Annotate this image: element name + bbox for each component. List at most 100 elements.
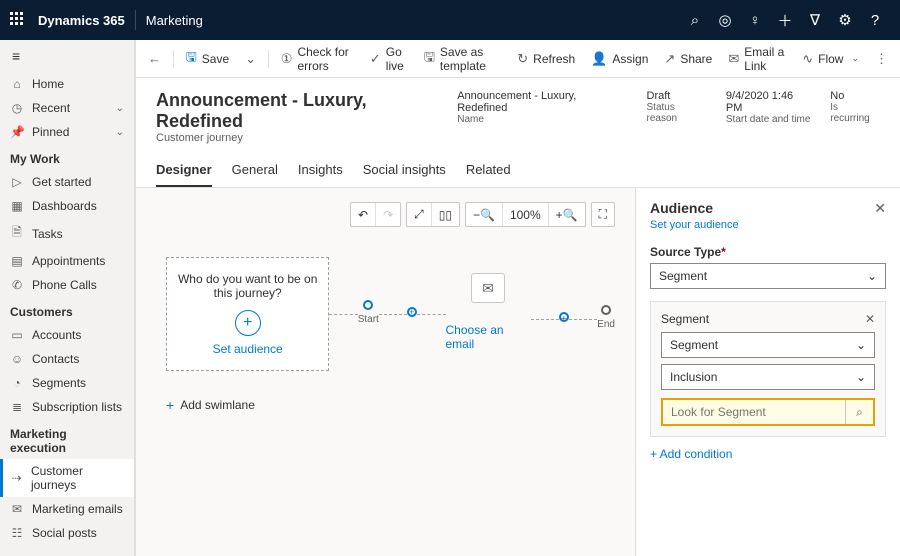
assistant-icon[interactable]: ♀ <box>740 12 770 29</box>
nav-icon: 📌 <box>10 125 24 139</box>
nav-icon: ▭ <box>10 328 24 342</box>
add-node-2[interactable]: + <box>559 312 569 322</box>
tab-designer[interactable]: Designer <box>156 154 212 187</box>
header-meta-field: NoIs recurring <box>830 90 880 144</box>
nav-icon: ◷ <box>10 101 24 115</box>
brand-name: Dynamics 365 <box>38 13 125 28</box>
nav-icon: ✉ <box>10 502 24 516</box>
global-header: Dynamics 365 Marketing ⌕ ◎ ♀ ＋ ∇ ⚙ ? <box>0 0 900 40</box>
zoom-in-button[interactable]: +🔍 <box>549 203 585 226</box>
search-icon[interactable]: ⌕ <box>845 400 873 424</box>
go-live-button[interactable]: ✓Go live <box>364 41 414 77</box>
nav-item-subscription-lists[interactable]: ≣Subscription lists <box>0 395 134 419</box>
check-errors-button[interactable]: ①Check for errors <box>275 41 360 77</box>
nav-section-header: Customers <box>0 297 134 323</box>
add-node-1[interactable]: + <box>407 307 417 317</box>
close-panel-icon[interactable]: ✕ <box>874 200 886 217</box>
fit-button[interactable]: ⤢ <box>407 203 432 226</box>
assign-button[interactable]: 👤Assign <box>585 47 654 71</box>
designer-canvas: ↶ ↷ ⤢ ▯▯ −🔍 100% +🔍 ⛶ <box>136 188 635 556</box>
email-link-button[interactable]: ✉Email a Link <box>722 41 792 77</box>
nav-icon: 🗎 <box>10 223 24 244</box>
header-meta-field: 9/4/2020 1:46 PMStart date and time <box>726 90 812 144</box>
nav-item-appointments[interactable]: ▤Appointments <box>0 249 134 273</box>
audience-tile[interactable]: Who do you want to be on this journey? +… <box>166 257 329 371</box>
map-button[interactable]: ▯▯ <box>432 203 459 226</box>
nav-section-header: Marketing execution <box>0 419 134 459</box>
fullscreen-button[interactable]: ⛶ <box>592 203 614 226</box>
nav-icon: ▤ <box>10 254 24 268</box>
set-audience-link[interactable]: Set audience <box>177 342 318 356</box>
search-icon[interactable]: ⌕ <box>680 12 710 29</box>
save-dropdown[interactable]: ⌄ <box>239 47 262 71</box>
nav-item-accounts[interactable]: ▭Accounts <box>0 323 134 347</box>
add-swimlane-button[interactable]: + Add swimlane <box>166 397 615 413</box>
zoom-out-button[interactable]: −🔍 <box>466 203 503 226</box>
tab-related[interactable]: Related <box>466 154 511 187</box>
add-audience-icon[interactable]: + <box>235 310 261 336</box>
panel-hint-link[interactable]: Set your audience <box>650 219 886 231</box>
main-area: ← 🖫Save ⌄ ①Check for errors ✓Go live 🖫Sa… <box>135 40 900 556</box>
nav-icon: ▦ <box>10 199 24 213</box>
zoom-level: 100% <box>503 203 549 226</box>
nav-icon: ⇢ <box>10 471 23 485</box>
save-template-button[interactable]: 🖫Save as template <box>418 41 507 77</box>
add-icon[interactable]: ＋ <box>770 10 800 31</box>
record-header: Announcement - Luxury, Redefined Custome… <box>136 78 900 144</box>
plus-icon: + <box>166 397 174 413</box>
app-module-name[interactable]: Marketing <box>146 13 203 28</box>
header-meta-field: Announcement - Luxury, RedefinedName <box>457 90 628 144</box>
segment-search-input[interactable] <box>663 400 845 424</box>
email-node[interactable]: ✉ <box>471 273 505 303</box>
nav-icon: ◔ <box>10 376 24 390</box>
nav-item-phone-calls[interactable]: ✆Phone Calls <box>0 273 134 297</box>
segment-search[interactable]: ⌕ <box>661 398 875 426</box>
nav-item-get-started[interactable]: ▷Get started <box>0 170 134 194</box>
nav-item-marketing-emails[interactable]: ✉Marketing emails <box>0 497 134 521</box>
nav-icon: ☺ <box>10 352 24 366</box>
add-condition-link[interactable]: + Add condition <box>650 447 886 461</box>
segment-select[interactable]: Segment⌄ <box>661 332 875 358</box>
settings-icon[interactable]: ⚙ <box>830 11 860 29</box>
help-icon[interactable]: ? <box>860 12 890 29</box>
nav-item-dashboards[interactable]: ▦Dashboards <box>0 194 134 218</box>
chevron-down-icon: ⌄ <box>856 370 866 384</box>
start-node: Start <box>358 300 379 325</box>
share-button[interactable]: ↗Share <box>658 47 718 71</box>
remove-segment-icon[interactable]: ✕ <box>865 312 875 326</box>
task-icon[interactable]: ◎ <box>710 11 740 29</box>
source-type-select[interactable]: Segment⌄ <box>650 263 886 289</box>
nav-icon: ✆ <box>10 278 24 292</box>
nav-item-recent[interactable]: ◷Recent⌄ <box>0 96 134 120</box>
app-launcher-icon[interactable] <box>10 12 26 28</box>
nav-item-customer-journeys[interactable]: ⇢Customer journeys <box>0 459 134 497</box>
chevron-down-icon: ⌄ <box>867 269 877 283</box>
hamburger-icon[interactable]: ≡ <box>0 40 134 72</box>
more-commands[interactable]: ⋮ <box>869 47 894 71</box>
filter-icon[interactable]: ∇ <box>800 11 830 29</box>
undo-button[interactable]: ↶ <box>351 203 376 226</box>
nav-item-tasks[interactable]: 🗎Tasks <box>0 218 134 249</box>
divider <box>135 10 136 30</box>
tab-social-insights[interactable]: Social insights <box>363 154 446 187</box>
save-button[interactable]: 🖫Save <box>180 44 235 74</box>
nav-item-segments[interactable]: ◔Segments <box>0 371 134 395</box>
choose-email-link[interactable]: Choose an email <box>446 323 531 351</box>
audience-prompt: Who do you want to be on this journey? <box>177 272 318 300</box>
nav-item-social-posts[interactable]: ☷Social posts <box>0 521 134 545</box>
source-type-label: Source Type* <box>650 245 886 259</box>
tab-insights[interactable]: Insights <box>298 154 343 187</box>
panel-title: Audience <box>650 200 713 217</box>
tab-general[interactable]: General <box>232 154 278 187</box>
nav-item-pinned[interactable]: 📌Pinned⌄ <box>0 120 134 144</box>
refresh-button[interactable]: ↻Refresh <box>511 47 581 71</box>
nav-item-home[interactable]: ⌂Home <box>0 72 134 96</box>
nav-item-contacts[interactable]: ☺Contacts <box>0 347 134 371</box>
nav-icon: ▷ <box>10 175 24 189</box>
inclusion-select[interactable]: Inclusion⌄ <box>661 364 875 390</box>
redo-button[interactable]: ↷ <box>376 203 400 226</box>
back-button[interactable]: ← <box>142 47 167 70</box>
end-node: End <box>597 305 615 330</box>
flow-button[interactable]: ∿Flow⌄ <box>796 47 865 71</box>
page-title: Announcement - Luxury, Redefined <box>156 90 457 132</box>
